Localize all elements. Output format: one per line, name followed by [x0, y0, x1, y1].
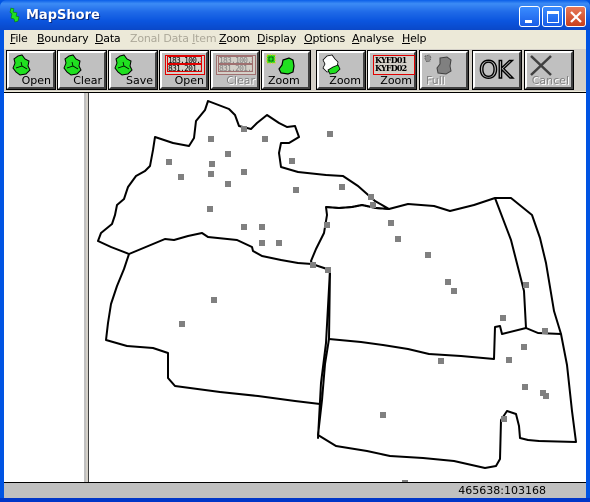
data-point[interactable]	[178, 174, 184, 180]
menu-display[interactable]: Display	[257, 32, 296, 45]
zoom-zone-button[interactable]: Zoom	[316, 50, 366, 90]
data-point[interactable]	[310, 262, 316, 268]
boundary-clear-button[interactable]: Clear	[57, 50, 107, 90]
data-clear-button: 183,100,8 831,201,5 Clear	[210, 50, 260, 90]
cancel-button: Cancel	[524, 50, 574, 90]
zoom-region-button[interactable]: Zoom	[261, 50, 311, 90]
maximize-icon	[547, 11, 559, 23]
data-point[interactable]	[289, 158, 295, 164]
toolbar: Open Clear Save 183,100,8 831,201,5 Open…	[4, 49, 586, 91]
data-point[interactable]	[451, 288, 457, 294]
close-button[interactable]	[565, 6, 586, 27]
data-point[interactable]	[523, 282, 529, 288]
minimize-icon	[525, 20, 532, 23]
data-point[interactable]	[225, 151, 231, 157]
data-point[interactable]	[262, 136, 268, 142]
menu-zoom[interactable]: Zoom	[219, 32, 250, 45]
data-point[interactable]	[276, 240, 282, 246]
content-area	[4, 92, 586, 486]
menu-bar: File Boundary Data Zonal Data Item Zoom …	[4, 30, 586, 48]
data-grid-icon: 183,100,8 831,201,5	[165, 55, 205, 75]
data-grid-icon: 183,100,8 831,201,5	[216, 55, 256, 75]
data-point[interactable]	[327, 131, 333, 137]
data-point[interactable]	[259, 224, 265, 230]
zoom-code-button[interactable]: KYFD01 KYFD02 Zoom	[367, 50, 417, 90]
data-point[interactable]	[500, 315, 506, 321]
app-window: MapShore File Boundary Data Zonal Data I…	[0, 0, 590, 502]
data-point[interactable]	[179, 321, 185, 327]
data-point[interactable]	[325, 267, 331, 273]
status-bar: 465638:103168	[4, 482, 586, 499]
zone-boundary[interactable]	[97, 100, 390, 265]
boundary-save-button[interactable]: Save	[108, 50, 158, 90]
data-point[interactable]	[225, 181, 231, 187]
data-point[interactable]	[207, 206, 213, 212]
legend-panel	[5, 94, 84, 482]
data-point[interactable]	[542, 328, 548, 334]
boundary-open-button[interactable]: Open	[6, 50, 56, 90]
zone-boundary[interactable]	[495, 197, 562, 335]
zone-boundary[interactable]	[325, 197, 527, 360]
data-point[interactable]	[522, 384, 528, 390]
data-point[interactable]	[209, 161, 215, 167]
zone-boundary[interactable]	[105, 253, 331, 439]
data-point[interactable]	[166, 159, 172, 165]
data-open-button[interactable]: 183,100,8 831,201,5 Open	[159, 50, 209, 90]
data-point[interactable]	[501, 416, 507, 422]
data-point[interactable]	[208, 136, 214, 142]
menu-help[interactable]: Help	[402, 32, 426, 45]
data-point[interactable]	[241, 126, 247, 132]
cursor-coordinates: 465638:103168	[458, 484, 546, 497]
data-point[interactable]	[293, 187, 299, 193]
menu-analyse[interactable]: Analyse	[352, 32, 394, 45]
zoom-code-icon: KYFD01 KYFD02	[373, 55, 415, 75]
data-point[interactable]	[445, 279, 451, 285]
ok-label: OK	[478, 55, 513, 84]
menu-data[interactable]: Data	[95, 32, 121, 45]
data-point[interactable]	[339, 184, 345, 190]
data-point[interactable]	[211, 297, 217, 303]
close-icon	[570, 11, 582, 23]
full-extent-button: Full	[419, 50, 469, 90]
data-point[interactable]	[208, 171, 214, 177]
data-point[interactable]	[521, 344, 527, 350]
data-point[interactable]	[368, 194, 374, 200]
data-point[interactable]	[370, 202, 376, 208]
data-point[interactable]	[543, 393, 549, 399]
data-point[interactable]	[425, 252, 431, 258]
data-point[interactable]	[241, 169, 247, 175]
ok-button[interactable]: OK	[472, 50, 522, 90]
window-title: MapShore	[26, 8, 100, 23]
data-point[interactable]	[395, 236, 401, 242]
menu-boundary[interactable]: Boundary	[37, 32, 89, 45]
map-view[interactable]	[90, 93, 586, 486]
data-point[interactable]	[259, 240, 265, 246]
title-bar[interactable]: MapShore	[0, 0, 590, 30]
map-canvas[interactable]	[90, 93, 586, 486]
menu-options[interactable]: Options	[304, 32, 345, 45]
app-logo-icon	[9, 7, 20, 23]
data-point[interactable]	[506, 357, 512, 363]
menu-file[interactable]: File	[10, 32, 28, 45]
zone-boundary[interactable]	[317, 327, 577, 469]
data-point[interactable]	[241, 224, 247, 230]
menu-zonal-data-item: Zonal Data Item	[130, 32, 217, 45]
data-point[interactable]	[380, 412, 386, 418]
data-point[interactable]	[438, 358, 444, 364]
maximize-button[interactable]	[542, 6, 563, 27]
data-point[interactable]	[324, 222, 330, 228]
client-area: File Boundary Data Zonal Data Item Zoom …	[4, 30, 586, 499]
minimize-button[interactable]	[519, 6, 540, 27]
data-point[interactable]	[388, 220, 394, 226]
